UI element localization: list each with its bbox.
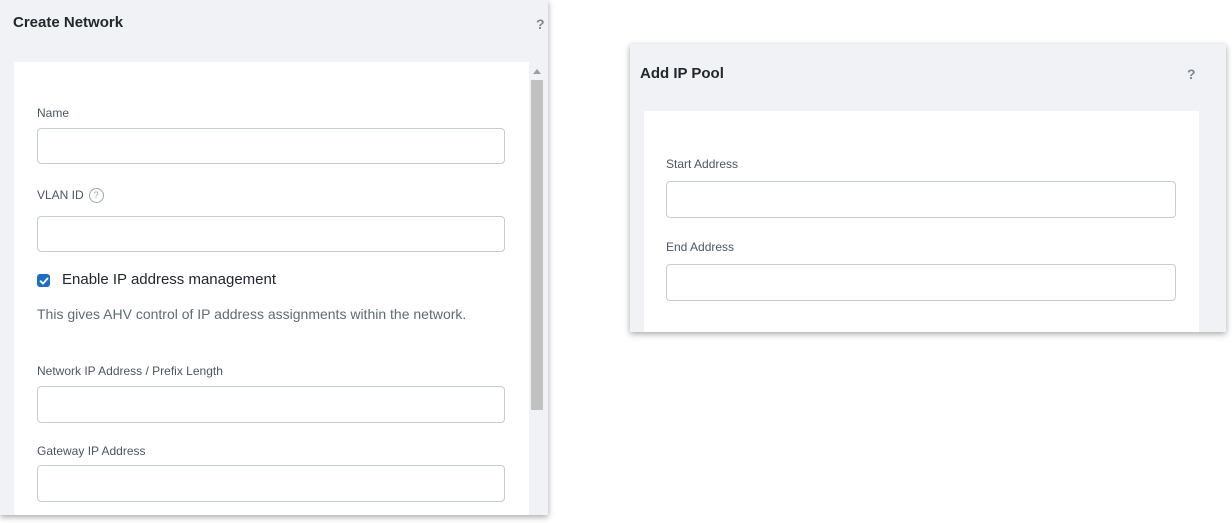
network-ip-field-wrapper [37, 386, 505, 423]
start-address-field[interactable] [667, 182, 1175, 217]
enable-ipam-label[interactable]: Enable IP address management [62, 271, 276, 288]
scroll-thumb[interactable] [531, 80, 543, 410]
gateway-ip-label: Gateway IP Address [37, 444, 146, 458]
start-address-label: Start Address [666, 157, 739, 171]
network-ip-label: Network IP Address / Prefix Length [37, 364, 223, 378]
name-field[interactable] [38, 129, 504, 163]
create-network-form: Name VLAN ID? Enable IP address manageme… [14, 62, 529, 515]
add-ip-pool-title: Add IP Pool [640, 65, 724, 82]
checkmark-icon [39, 277, 48, 284]
enable-ipam-checkbox[interactable] [37, 274, 50, 287]
gateway-ip-field-wrapper [37, 465, 505, 502]
network-ip-field[interactable] [38, 387, 504, 422]
info-icon[interactable]: ? [88, 188, 104, 204]
end-address-field[interactable] [667, 265, 1175, 300]
start-address-field-wrapper [666, 181, 1176, 218]
name-label: Name [37, 106, 70, 120]
ipam-description: This gives AHV control of IP address ass… [37, 306, 467, 322]
scrollbar[interactable] [529, 62, 545, 515]
vlan-id-field-wrapper [37, 216, 505, 252]
help-icon[interactable]: ? [1187, 66, 1196, 82]
scroll-up-arrow-icon[interactable] [533, 69, 541, 74]
vlan-id-label-text: VLAN ID [37, 188, 84, 202]
end-address-label: End Address [666, 240, 735, 254]
add-ip-pool-dialog: Add IP Pool ? Start Address End Address [630, 44, 1226, 332]
end-address-field-wrapper [666, 264, 1176, 301]
add-ip-pool-form: Start Address End Address [644, 111, 1199, 332]
gateway-ip-field[interactable] [38, 466, 504, 501]
create-network-dialog: Create Network ? Name VLAN ID? Enable IP… [0, 0, 548, 515]
create-network-title: Create Network [13, 14, 124, 31]
vlan-id-field[interactable] [38, 217, 504, 251]
vlan-id-label: VLAN ID? [37, 188, 104, 204]
help-icon[interactable]: ? [536, 16, 545, 32]
name-field-wrapper [37, 128, 505, 164]
